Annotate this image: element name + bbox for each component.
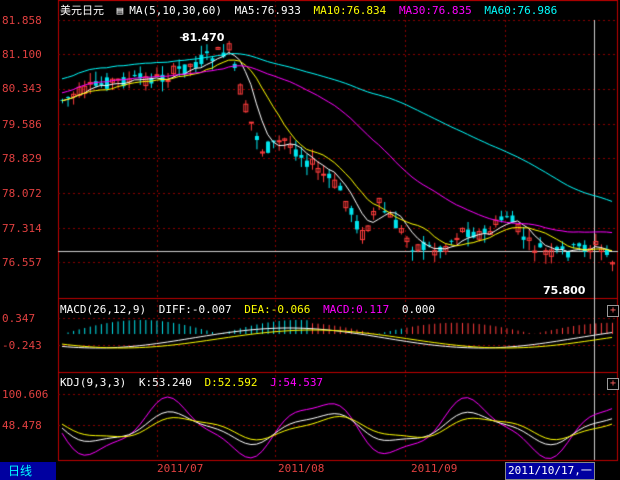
macd-dea: DEA:-0.066 [244, 303, 311, 316]
kdj-tick: 48.478 [2, 419, 42, 432]
ma-icon: ▤ [116, 4, 124, 17]
period-tab[interactable]: 日线 [0, 462, 56, 480]
price-tick: 79.586 [2, 118, 42, 131]
ma30-value: MA30:76.835 [398, 4, 472, 17]
ma5-value: MA5:76.933 [234, 4, 301, 17]
macd-diff: DIFF:-0.007 [158, 303, 232, 316]
expand-kdj-button[interactable]: + [607, 378, 619, 390]
time-tick: 2011/08 [278, 462, 325, 475]
kdj-j: J:54.537 [270, 376, 324, 389]
price-tick: 76.557 [2, 256, 42, 269]
price-tick: 78.829 [2, 152, 42, 165]
macd-value: MACD:0.117 [323, 303, 390, 316]
price-tick: 77.314 [2, 222, 42, 235]
kdj-tick: 100.606 [2, 388, 49, 401]
ma-label: MA(5,10,30,60) [129, 4, 222, 17]
cursor-date-box: 2011/10/17,一 [505, 462, 595, 480]
expand-macd-button[interactable]: + [607, 305, 619, 317]
time-tick: 2011/07 [157, 462, 204, 475]
kdj-k: K:53.240 [138, 376, 192, 389]
macd-tick: -0.243 [2, 339, 42, 352]
main-legend: 美元日元 ▤ MA(5,10,30,60) MA5:76.933 MA10:76.… [60, 2, 563, 18]
macd-extra: 0.000 [401, 303, 436, 316]
instrument-name: 美元日元 [60, 4, 104, 17]
price-tick: 80.343 [2, 82, 42, 95]
price-tick: 81.858 [2, 14, 42, 27]
ma10-value: MA10:76.834 [313, 4, 387, 17]
macd-legend: MACD(26,12,9) DIFF:-0.007 DEA:-0.066 MAC… [60, 303, 441, 316]
ma60-value: MA60:76.986 [484, 4, 558, 17]
low-annotation: 75.800 [543, 284, 586, 297]
kdj-d: D:52.592 [204, 376, 258, 389]
macd-label: MACD(26,12,9) [60, 303, 147, 316]
kdj-legend: KDJ(9,3,3) K:53.240 D:52.592 J:54.537 [60, 376, 329, 389]
kdj-label: KDJ(9,3,3) [60, 376, 127, 389]
price-tick: 78.072 [2, 187, 42, 200]
price-chart-canvas[interactable] [0, 0, 620, 480]
price-tick: 81.100 [2, 48, 42, 61]
time-tick: 2011/09 [411, 462, 458, 475]
high-annotation: 81.470 [182, 31, 225, 44]
macd-tick: 0.347 [2, 312, 36, 325]
